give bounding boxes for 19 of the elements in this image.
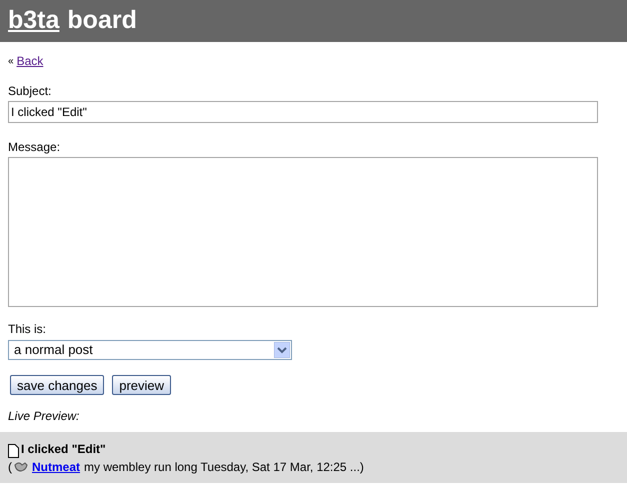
logo-link[interactable]: b3ta	[8, 2, 60, 40]
save-button[interactable]: save changes	[10, 375, 104, 395]
back-arrow: «	[8, 54, 14, 68]
post-type-label: This is:	[8, 321, 48, 338]
author-link[interactable]: Nutmeat	[32, 458, 80, 476]
post-details: my wembley run long Tuesday, Sat 17 Mar, 12:25 ...)	[84, 459, 364, 476]
back-link[interactable]: Back	[16, 52, 44, 70]
preview-button[interactable]: preview	[112, 375, 172, 395]
post-title: I clicked "Edit"	[21, 441, 106, 458]
open-paren: (	[8, 459, 12, 476]
live-preview-label: Live Preview:	[8, 408, 80, 425]
board-title: board	[67, 5, 137, 36]
message-label: Message:	[8, 139, 62, 156]
dropdown-arrow-icon	[274, 342, 290, 358]
document-icon	[8, 444, 19, 458]
subject-field[interactable]: I clicked "Edit"	[8, 101, 598, 123]
subject-label: Subject:	[8, 83, 52, 100]
post-type-select[interactable]: a normal post	[8, 340, 292, 360]
message-field[interactable]	[8, 157, 598, 307]
